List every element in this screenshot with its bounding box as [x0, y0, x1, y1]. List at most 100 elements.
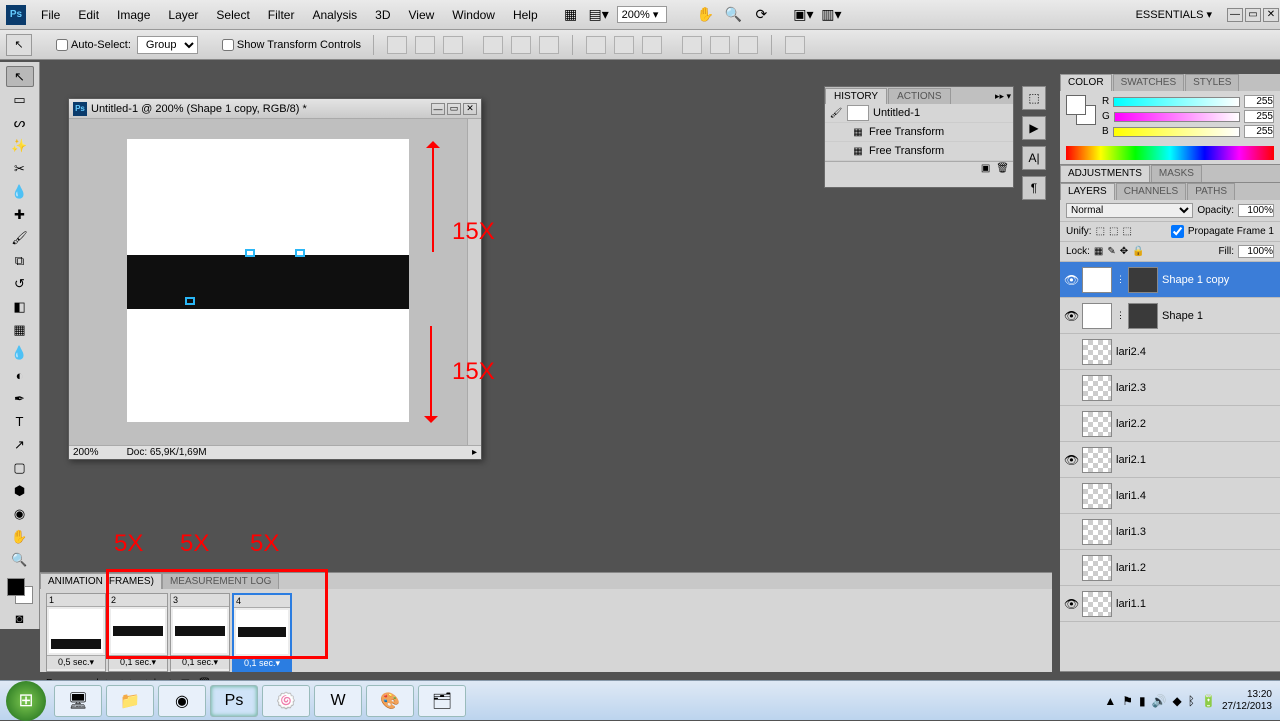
- panel-icon[interactable]: ⬚: [1022, 86, 1046, 110]
- path-tool[interactable]: ↗: [6, 434, 34, 455]
- layer-row[interactable]: lari1.2: [1060, 550, 1280, 586]
- start-button[interactable]: ⊞: [6, 681, 46, 721]
- gradient-tool[interactable]: ▦: [6, 319, 34, 340]
- color-fg-bg[interactable]: [1066, 95, 1096, 125]
- history-item[interactable]: ▦ Free Transform: [825, 123, 1013, 142]
- menu-file[interactable]: File: [32, 8, 69, 22]
- tray-av-icon[interactable]: ◆: [1173, 694, 1182, 708]
- zoom-tool[interactable]: 🔍: [6, 549, 34, 570]
- tray-volume-icon[interactable]: 🔊: [1152, 694, 1167, 708]
- task-chrome[interactable]: ◉: [158, 685, 206, 717]
- tray-flag-icon[interactable]: ▲: [1104, 694, 1116, 708]
- menu-help[interactable]: Help: [504, 8, 547, 22]
- hand-tool[interactable]: ✋: [6, 526, 34, 547]
- stamp-tool[interactable]: ⧉: [6, 250, 34, 271]
- menu-window[interactable]: Window: [443, 8, 504, 22]
- tab-styles[interactable]: STYLES: [1185, 74, 1239, 91]
- task-corel[interactable]: 🍥: [262, 685, 310, 717]
- delete-icon[interactable]: 🗑: [996, 163, 1009, 174]
- 3d-tool[interactable]: ⬢: [6, 480, 34, 501]
- lock-icon[interactable]: ▦: [1094, 246, 1103, 257]
- document-titlebar[interactable]: Ps Untitled-1 @ 200% (Shape 1 copy, RGB/…: [69, 99, 481, 119]
- color-spectrum[interactable]: [1066, 146, 1274, 160]
- panel-icon[interactable]: ¶: [1022, 176, 1046, 200]
- animation-frame[interactable]: 3 0,1 sec.▾: [170, 593, 230, 672]
- eraser-tool[interactable]: ◧: [6, 296, 34, 317]
- layer-row[interactable]: lari1.3: [1060, 514, 1280, 550]
- slider-r[interactable]: [1113, 97, 1240, 107]
- layer-row[interactable]: lari2.2: [1060, 406, 1280, 442]
- pen-tool[interactable]: ✒: [6, 388, 34, 409]
- tray-battery-icon[interactable]: 🔋: [1201, 694, 1216, 708]
- visibility-icon[interactable]: 👁: [1064, 453, 1078, 467]
- tab-adjustments[interactable]: ADJUSTMENTS: [1060, 165, 1150, 182]
- frame-delay[interactable]: 0,5 sec.▾: [47, 655, 105, 669]
- heal-tool[interactable]: ✚: [6, 204, 34, 225]
- task-paint[interactable]: 🎨: [366, 685, 414, 717]
- propagate-checkbox[interactable]: [1171, 225, 1184, 238]
- align-btn[interactable]: [387, 36, 407, 54]
- new-snapshot-icon[interactable]: ▣: [981, 163, 990, 174]
- value-b[interactable]: [1244, 125, 1274, 138]
- visibility-icon[interactable]: 👁: [1064, 273, 1078, 287]
- menu-3d[interactable]: 3D: [366, 8, 399, 22]
- frame-delay[interactable]: 0,1 sec.▾: [234, 656, 290, 670]
- history-brush-tool[interactable]: ↺: [6, 273, 34, 294]
- doc-maximize[interactable]: ▭: [447, 103, 461, 115]
- tab-measurement[interactable]: MEASUREMENT LOG: [162, 573, 280, 589]
- value-r[interactable]: [1244, 95, 1274, 108]
- tray-bt-icon[interactable]: ᛒ: [1188, 694, 1195, 708]
- opacity-input[interactable]: [1238, 204, 1274, 217]
- tab-channels[interactable]: CHANNELS: [1116, 183, 1186, 200]
- transform-handle[interactable]: [185, 297, 195, 305]
- tab-color[interactable]: COLOR: [1060, 74, 1112, 91]
- menu-view[interactable]: View: [399, 8, 443, 22]
- hand-icon[interactable]: ✋: [694, 4, 716, 26]
- tray-clock[interactable]: 13:20 27/12/2013: [1222, 689, 1272, 713]
- frame-delay[interactable]: 0,1 sec.▾: [109, 655, 167, 669]
- layer-row[interactable]: lari2.4: [1060, 334, 1280, 370]
- canvas-viewport[interactable]: [69, 119, 481, 445]
- menu-analysis[interactable]: Analysis: [303, 8, 366, 22]
- doc-close[interactable]: ✕: [463, 103, 477, 115]
- restore-button[interactable]: ▭: [1245, 8, 1261, 22]
- transform-handle[interactable]: [295, 249, 305, 257]
- fill-input[interactable]: [1238, 245, 1274, 258]
- arrange-icon[interactable]: ▤▾: [588, 4, 610, 26]
- tab-history[interactable]: HISTORY: [825, 88, 887, 104]
- slider-b[interactable]: [1113, 127, 1240, 137]
- task-explorer[interactable]: 📁: [106, 685, 154, 717]
- panel-icon[interactable]: A|: [1022, 146, 1046, 170]
- close-button[interactable]: ✕: [1263, 8, 1279, 22]
- auto-select-checkbox[interactable]: Auto-Select:: [56, 39, 131, 51]
- layer-row[interactable]: lari2.3: [1060, 370, 1280, 406]
- show-transform-checkbox[interactable]: Show Transform Controls: [222, 39, 361, 51]
- task-desktop[interactable]: 🖥: [54, 685, 102, 717]
- tab-animation[interactable]: ANIMATION (FRAMES): [40, 573, 162, 589]
- animation-frame[interactable]: 4 0,1 sec.▾: [232, 593, 292, 672]
- menu-image[interactable]: Image: [108, 8, 159, 22]
- color-swatches[interactable]: [5, 576, 35, 606]
- menu-edit[interactable]: Edit: [69, 8, 108, 22]
- lasso-tool[interactable]: ᔕ: [6, 112, 34, 133]
- doc-zoom[interactable]: 200%: [73, 447, 99, 458]
- screen-mode-icon[interactable]: ▣▾: [792, 4, 814, 26]
- move-tool[interactable]: ↖: [6, 66, 34, 87]
- tab-actions[interactable]: ACTIONS: [888, 88, 950, 104]
- minimize-button[interactable]: —: [1227, 8, 1243, 22]
- layer-row[interactable]: 👁 lari1.1: [1060, 586, 1280, 622]
- animation-frame[interactable]: 1 0,5 sec.▾: [46, 593, 106, 672]
- marquee-tool[interactable]: ▭: [6, 89, 34, 110]
- task-folder[interactable]: 🗂: [418, 685, 466, 717]
- 3d-cam-tool[interactable]: ◉: [6, 503, 34, 524]
- menu-select[interactable]: Select: [207, 8, 258, 22]
- scrollbar-vertical[interactable]: [467, 119, 481, 445]
- visibility-icon[interactable]: 👁: [1064, 597, 1078, 611]
- slider-g[interactable]: [1114, 112, 1240, 122]
- history-snapshot[interactable]: 🖌 Untitled-1: [825, 104, 1013, 123]
- zoom-icon[interactable]: 🔍: [722, 4, 744, 26]
- doc-minimize[interactable]: —: [431, 103, 445, 115]
- transform-handle[interactable]: [245, 249, 255, 257]
- tray-action-icon[interactable]: ⚑: [1122, 694, 1133, 708]
- animation-frame[interactable]: 2 0,1 sec.▾: [108, 593, 168, 672]
